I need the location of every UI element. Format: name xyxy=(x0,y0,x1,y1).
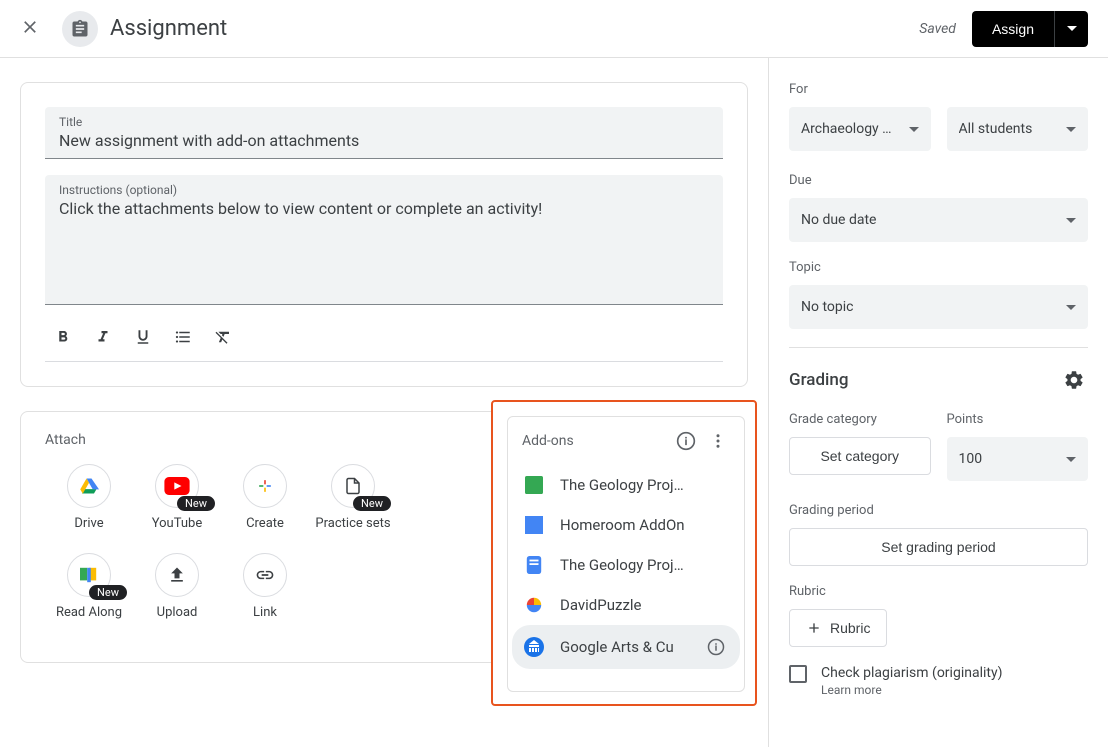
chevron-down-icon xyxy=(1066,305,1076,310)
page-title: Assignment xyxy=(110,16,227,41)
instructions-value: Click the attachments below to view cont… xyxy=(59,199,709,218)
assign-button[interactable]: Assign xyxy=(972,11,1054,47)
addon-item[interactable]: DavidPuzzle xyxy=(512,585,740,625)
class-select[interactable]: Archaeology … xyxy=(789,107,931,151)
attach-card: Attach Drive New YouTube Create New xyxy=(20,411,748,663)
instructions-field[interactable]: Instructions (optional) Click the attach… xyxy=(45,175,723,305)
attach-practice-sets[interactable]: New Practice sets xyxy=(309,464,397,533)
rubric-label: Rubric xyxy=(789,584,1088,599)
chevron-down-icon xyxy=(1066,457,1076,462)
create-icon xyxy=(243,464,287,508)
clear-format-button[interactable] xyxy=(209,323,237,351)
attach-read-along[interactable]: New Read Along xyxy=(45,553,133,622)
due-select[interactable]: No due date xyxy=(789,198,1088,242)
attach-drive[interactable]: Drive xyxy=(45,464,133,533)
rubric-button[interactable]: Rubric xyxy=(789,609,887,647)
saved-status: Saved xyxy=(919,21,956,37)
addon-info-icon[interactable] xyxy=(704,635,728,659)
underline-button[interactable] xyxy=(129,323,157,351)
attach-upload[interactable]: Upload xyxy=(133,553,221,622)
points-label: Points xyxy=(947,412,1089,427)
attach-link[interactable]: Link xyxy=(221,553,309,622)
list-button[interactable] xyxy=(169,323,197,351)
grading-period-label: Grading period xyxy=(789,503,1088,518)
bold-button[interactable] xyxy=(49,323,77,351)
title-value: New assignment with add-on attachments xyxy=(59,131,709,150)
addon-logo xyxy=(524,595,544,615)
addon-item[interactable]: Google Arts & Cu xyxy=(512,625,740,669)
italic-button[interactable] xyxy=(89,323,117,351)
addon-item[interactable]: The Geology Proj… xyxy=(512,465,740,505)
new-badge: New xyxy=(353,496,391,511)
plus-icon xyxy=(806,620,822,636)
assignment-card: Title New assignment with add-on attachm… xyxy=(20,82,748,387)
title-label: Title xyxy=(59,115,709,129)
assignment-icon xyxy=(62,11,98,47)
plagiarism-row: Check plagiarism (originality) Learn mor… xyxy=(789,665,1088,697)
main-panel: Title New assignment with add-on attachm… xyxy=(0,58,768,747)
addon-logo xyxy=(524,515,544,535)
addon-logo xyxy=(524,555,544,575)
addons-more-button[interactable] xyxy=(706,429,730,453)
divider xyxy=(789,347,1088,348)
link-icon xyxy=(243,553,287,597)
title-field[interactable]: Title New assignment with add-on attachm… xyxy=(45,107,723,159)
header: Assignment Saved Assign xyxy=(0,0,1108,58)
set-grading-period-button[interactable]: Set grading period xyxy=(789,528,1088,566)
upload-icon xyxy=(155,553,199,597)
points-select[interactable]: 100 xyxy=(947,437,1089,481)
attach-youtube[interactable]: New YouTube xyxy=(133,464,221,533)
addons-panel: Add-ons The Geology Proj… Homeroom AddOn xyxy=(491,400,757,706)
close-button[interactable] xyxy=(20,17,44,41)
drive-icon xyxy=(67,464,111,508)
grading-title: Grading xyxy=(789,370,848,390)
chevron-down-icon xyxy=(1066,218,1076,223)
assign-dropdown[interactable] xyxy=(1054,11,1088,47)
grade-category-label: Grade category xyxy=(789,412,931,427)
addons-header: Add-ons xyxy=(508,417,744,465)
sidebar: For Archaeology … All students Due No du… xyxy=(768,58,1108,747)
addons-list: The Geology Proj… Homeroom AddOn The Geo… xyxy=(508,465,744,691)
chevron-down-icon xyxy=(909,127,919,132)
chevron-down-icon xyxy=(1066,127,1076,132)
addons-info-button[interactable] xyxy=(674,429,698,453)
instructions-label: Instructions (optional) xyxy=(59,183,709,197)
format-toolbar xyxy=(45,313,723,362)
grading-settings-button[interactable] xyxy=(1060,366,1088,394)
addons-title: Add-ons xyxy=(522,433,666,449)
plagiarism-checkbox[interactable] xyxy=(789,665,807,683)
attach-create[interactable]: Create xyxy=(221,464,309,533)
plagiarism-label: Check plagiarism (originality) xyxy=(821,665,1002,681)
students-select[interactable]: All students xyxy=(947,107,1089,151)
due-label: Due xyxy=(789,173,1088,188)
new-badge: New xyxy=(177,496,215,511)
for-label: For xyxy=(789,82,1088,97)
new-badge: New xyxy=(89,585,127,600)
addon-logo xyxy=(524,475,544,495)
learn-more-link[interactable]: Learn more xyxy=(821,683,1002,697)
set-category-button[interactable]: Set category xyxy=(789,437,931,475)
attach-grid: Drive New YouTube Create New Practice se… xyxy=(45,464,465,642)
topic-select[interactable]: No topic xyxy=(789,285,1088,329)
addon-item[interactable]: The Geology Proj… xyxy=(512,545,740,585)
addon-logo xyxy=(524,637,544,657)
addon-item[interactable]: Homeroom AddOn xyxy=(512,505,740,545)
topic-label: Topic xyxy=(789,260,1088,275)
